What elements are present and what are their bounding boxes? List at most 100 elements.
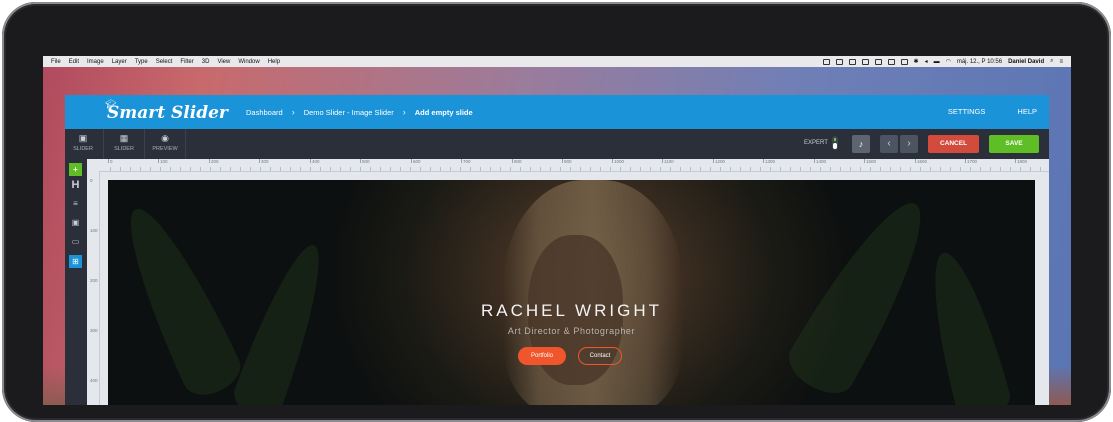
ruler-minor-tick <box>940 167 941 171</box>
menu-3d[interactable]: 3D <box>202 59 210 65</box>
add-layer-icon[interactable]: + <box>69 163 82 176</box>
menu-image[interactable]: Image <box>87 59 104 65</box>
ruler-minor-tick <box>760 167 761 171</box>
chevron-right-icon: › <box>402 107 406 117</box>
ruler-label: 1600 <box>914 159 928 164</box>
breadcrumb-slider[interactable]: Demo Slider - Image Slider <box>304 108 394 117</box>
menu-view[interactable]: View <box>217 59 230 65</box>
ruler-minor-tick <box>640 167 641 171</box>
menu-type[interactable]: Type <box>135 59 148 65</box>
text-icon[interactable]: ≡ <box>69 197 82 210</box>
cancel-button[interactable]: CANCEL <box>928 135 979 153</box>
breadcrumb-current: Add empty slide <box>414 107 473 117</box>
horizontal-ruler[interactable]: 0 100 200 300 400 500 600 700 800 900 10… <box>87 159 1049 172</box>
spotlight-icon[interactable]: ⌕ <box>1050 58 1053 65</box>
image-icon[interactable]: ▣ <box>69 216 82 229</box>
bell-icon[interactable]: ♪ <box>852 135 870 153</box>
next-slide-button[interactable]: › <box>900 135 918 153</box>
volume-icon[interactable]: ◂ <box>925 58 928 65</box>
ruler-minor-tick <box>730 167 731 171</box>
ruler-minor-tick <box>800 167 801 171</box>
slide-subheading[interactable]: Art Director & Photographer <box>108 326 1035 336</box>
eye-icon: ◉ <box>161 133 169 143</box>
flag-icon[interactable]: ▬ <box>934 59 940 65</box>
slider-settings-tool[interactable]: ▣ SLIDER <box>65 134 101 153</box>
contact-button[interactable]: Contact <box>578 347 622 365</box>
status-icon[interactable] <box>861 58 869 65</box>
ruler-minor-tick <box>170 167 171 171</box>
bluetooth-icon[interactable]: ✱ <box>914 58 919 65</box>
menu-filter[interactable]: Filter <box>180 59 193 65</box>
cloud-icon[interactable] <box>835 58 843 65</box>
prev-slide-button[interactable]: ‹ <box>880 135 898 153</box>
menu-help[interactable]: Help <box>268 59 280 65</box>
ruler-minor-tick <box>570 167 571 171</box>
status-icon[interactable] <box>822 58 830 65</box>
ruler-minor-tick <box>420 167 421 171</box>
ruler-minor-tick <box>260 167 261 171</box>
ruler-label: 1200 <box>712 159 726 164</box>
layout-icon[interactable]: ⊞ <box>69 255 82 268</box>
app-header: 🎓︎ Smart Slider Dashboard › Demo Slider … <box>65 95 1049 129</box>
ruler-minor-tick <box>600 167 601 171</box>
tool-label: SLIDER <box>114 146 134 152</box>
status-icon[interactable] <box>874 58 882 65</box>
button-icon[interactable]: ▭ <box>69 235 82 248</box>
ruler-minor-tick <box>210 167 211 171</box>
list-icon[interactable]: ≡ <box>1059 59 1063 65</box>
menu-window[interactable]: Window <box>238 59 259 65</box>
header-links: SETTINGS HELP <box>948 107 1037 116</box>
dropbox-icon[interactable] <box>900 58 908 65</box>
vertical-ruler[interactable]: 0 100 200 300 400 <box>87 171 100 405</box>
ruler-minor-tick <box>790 167 791 171</box>
clock-text[interactable]: máj. 12., P 10:56 <box>957 59 1002 65</box>
status-icon[interactable] <box>848 58 856 65</box>
ruler-label: 100 <box>90 228 98 233</box>
slider-grid-tool[interactable]: ▦ SLIDER <box>106 134 142 153</box>
ruler-label: 0 <box>90 178 93 183</box>
ruler-minor-tick <box>590 167 591 171</box>
ruler-minor-tick <box>610 167 611 171</box>
ruler-minor-tick <box>130 167 131 171</box>
wifi-icon[interactable]: ◠ <box>946 58 951 65</box>
settings-link[interactable]: SETTINGS <box>948 107 986 116</box>
slide-canvas[interactable]: RACHEL WRIGHT Art Director & Photographe… <box>108 180 1035 405</box>
portfolio-button[interactable]: Portfolio <box>518 347 566 365</box>
menu-file[interactable]: File <box>51 59 61 65</box>
ruler-minor-tick <box>740 167 741 171</box>
ruler-minor-tick <box>710 167 711 171</box>
menu-layer[interactable]: Layer <box>112 59 127 65</box>
breadcrumb-dashboard[interactable]: Dashboard <box>246 108 283 117</box>
help-link[interactable]: HELP <box>1017 107 1037 116</box>
editor-canvas: 0 100 200 300 400 500 600 700 800 900 10… <box>87 159 1049 405</box>
ruler-label: 400 <box>90 378 98 383</box>
ruler-minor-tick <box>500 167 501 171</box>
ruler-minor-tick <box>120 167 121 171</box>
preview-tool[interactable]: ◉ PREVIEW <box>147 133 183 153</box>
ruler-minor-tick <box>870 167 871 171</box>
screen: File Edit Image Layer Type Select Filter… <box>43 56 1071 405</box>
ruler-minor-tick <box>1000 167 1001 171</box>
heading-icon[interactable]: H <box>69 179 82 192</box>
ruler-minor-tick <box>720 167 721 171</box>
user-name[interactable]: Daniel David <box>1008 59 1044 65</box>
ruler-minor-tick <box>440 167 441 171</box>
ruler-label: 700 <box>461 159 471 164</box>
ruler-minor-tick <box>470 167 471 171</box>
save-button[interactable]: SAVE <box>989 135 1039 153</box>
layer-sidebar: + H ≡ ▣ ▭ ⊞ <box>65 159 87 405</box>
slide-heading[interactable]: RACHEL WRIGHT <box>108 301 1035 321</box>
shield-icon[interactable] <box>887 58 895 65</box>
ruler-minor-tick <box>770 167 771 171</box>
ruler-minor-tick <box>530 167 531 171</box>
menu-select[interactable]: Select <box>156 59 173 65</box>
ruler-label: 1700 <box>964 159 978 164</box>
ruler-minor-tick <box>370 167 371 171</box>
expert-label: EXPERT <box>804 140 828 146</box>
ruler-minor-tick <box>700 167 701 171</box>
menu-edit[interactable]: Edit <box>69 59 79 65</box>
expert-toggle[interactable] <box>832 136 838 150</box>
ruler-label: 200 <box>209 159 219 164</box>
ruler-label: 200 <box>90 278 98 283</box>
app-logo[interactable]: Smart Slider <box>107 103 228 123</box>
